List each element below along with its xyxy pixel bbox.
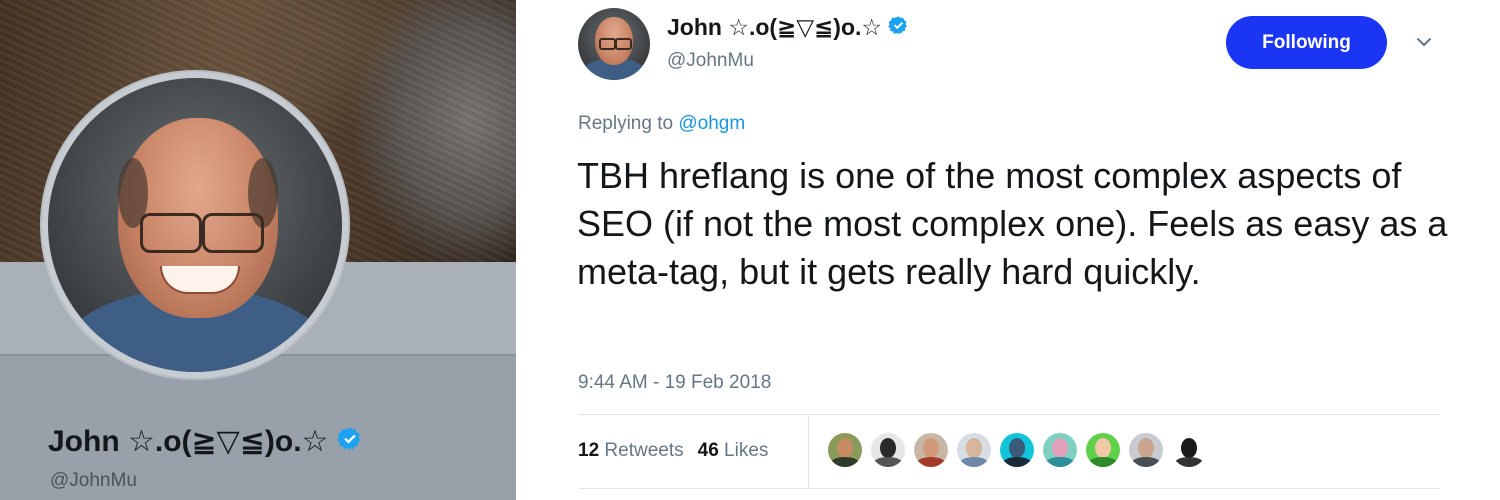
- liker-avatar[interactable]: [828, 433, 862, 467]
- tweet-card: John ☆.o(≧▽≦)o.☆ @JohnMu Following Reply…: [516, 0, 1500, 500]
- author-name[interactable]: John ☆.o(≧▽≦)o.☆: [667, 14, 882, 40]
- profile-name-row[interactable]: John ☆.o(≧▽≦)o.☆: [48, 424, 363, 460]
- liker-avatar[interactable]: [914, 433, 948, 467]
- profile-name[interactable]: John ☆.o(≧▽≦)o.☆: [48, 425, 328, 458]
- likers-avatars: [828, 433, 1206, 467]
- liker-avatar[interactable]: [1043, 433, 1077, 467]
- author-avatar[interactable]: [578, 8, 650, 80]
- liker-avatar[interactable]: [957, 433, 991, 467]
- chevron-down-icon[interactable]: [1414, 32, 1434, 52]
- liker-avatar[interactable]: [1172, 433, 1206, 467]
- profile-card: John ☆.o(≧▽≦)o.☆ @JohnMu: [0, 0, 516, 500]
- likes-label: Likes: [724, 440, 769, 461]
- liker-avatar[interactable]: [1129, 433, 1163, 467]
- likes-count: 46: [697, 440, 719, 461]
- divider: [808, 416, 809, 488]
- reply-handle-link[interactable]: @ohgm: [678, 113, 745, 134]
- profile-handle[interactable]: @JohnMu: [50, 470, 137, 492]
- liker-avatar[interactable]: [1000, 433, 1034, 467]
- verified-badge-icon: [888, 15, 909, 42]
- liker-avatar[interactable]: [1086, 433, 1120, 467]
- tweet-timestamp[interactable]: 9:44 AM - 19 Feb 2018: [578, 372, 771, 394]
- author-name-row[interactable]: John ☆.o(≧▽≦)o.☆: [667, 14, 909, 42]
- profile-avatar[interactable]: [42, 72, 348, 378]
- divider: [578, 488, 1440, 489]
- retweets-stat[interactable]: 12 Retweets: [578, 440, 684, 461]
- verified-badge-icon: [337, 426, 363, 460]
- liker-avatar[interactable]: [871, 433, 905, 467]
- following-button[interactable]: Following: [1226, 16, 1387, 69]
- tweet-stats: 12 Retweets 46 Likes: [578, 440, 768, 462]
- retweets-label: Retweets: [604, 440, 684, 461]
- reply-prefix: Replying to: [578, 113, 674, 134]
- tweet-text: TBH hreflang is one of the most complex …: [577, 155, 1448, 292]
- retweets-count: 12: [578, 440, 600, 461]
- divider: [578, 414, 1440, 415]
- reply-context: Replying to @ohgm: [578, 113, 745, 135]
- likes-stat[interactable]: 46 Likes: [698, 440, 769, 461]
- author-handle[interactable]: @JohnMu: [667, 50, 754, 72]
